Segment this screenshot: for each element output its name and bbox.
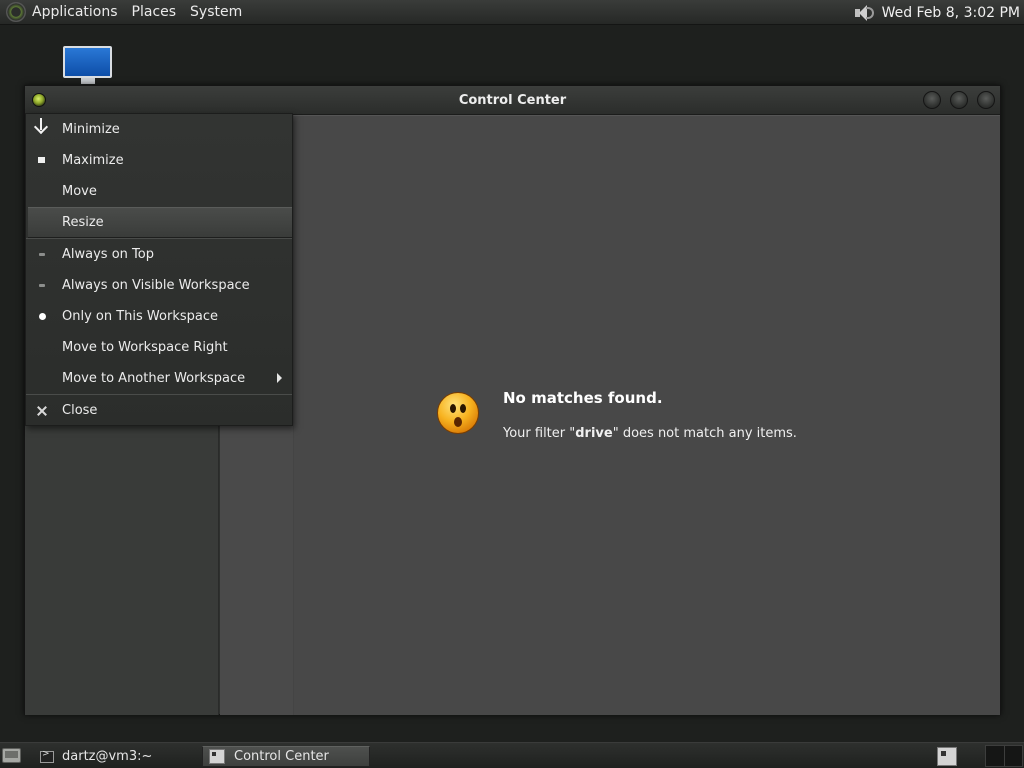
maximize-icon [26,145,62,176]
control-center-icon [209,749,225,764]
menu-item-label: Only on This Workspace [62,309,218,324]
computer-icon[interactable] [63,46,113,86]
top-panel: Applications Places System Wed Feb 8, 3:… [0,0,1024,25]
menu-item-label: Minimize [62,122,120,137]
taskbar-item-control-center[interactable]: Control Center [202,746,370,767]
menu-item-label: Resize [62,215,104,230]
no-matches-title: No matches found. [503,389,663,407]
no-matches-detail: Your filter "drive" does not match any i… [503,426,797,441]
window-titlebar[interactable]: Control Center [25,86,1000,115]
menu-item-label: Move to Another Workspace [62,371,246,386]
menu-item-label: Move [62,184,97,199]
menu-item-move[interactable]: Move [26,176,292,207]
menu-item-resize[interactable]: Resize [28,207,292,238]
top-panel-tray: Wed Feb 8, 3:02 PM [852,0,1020,25]
workspace-switcher[interactable] [985,745,1023,767]
gnome-menu-icon[interactable] [6,2,26,22]
terminal-icon [40,749,54,763]
menu-item-always-on-top[interactable]: Always on Top [26,239,292,270]
menu-item-label: Move to Workspace Right [62,340,228,355]
radio-selected-icon [26,301,62,332]
menu-applications[interactable]: Applications [32,4,118,20]
menu-item-label: Always on Visible Workspace [62,278,250,293]
menu-item-close[interactable]: Close [26,395,292,426]
clock[interactable]: Wed Feb 8, 3:02 PM [882,5,1020,21]
show-desktop-icon[interactable] [2,748,21,763]
menu-item-move-to-another-workspace[interactable]: Move to Another Workspace [26,363,292,394]
menu-item-label: Maximize [62,153,124,168]
window-menu-icon[interactable] [32,93,46,107]
content-area [220,115,1000,715]
minimize-icon [26,114,62,145]
close-button[interactable] [977,91,995,109]
taskbar-item-terminal[interactable]: dartz@vm3:~ [34,746,196,767]
submenu-arrow-icon [277,373,282,383]
results-pane [293,115,1000,715]
menu-places[interactable]: Places [132,4,177,20]
menu-item-label: Close [62,403,98,418]
menu-item-minimize[interactable]: Minimize [26,114,292,145]
volume-icon[interactable] [852,2,874,24]
taskbar-item-label: dartz@vm3:~ [62,749,153,764]
filter-term: drive [575,426,613,441]
bottom-panel: dartz@vm3:~ Control Center [0,742,1024,768]
unchecked-indicator-icon [26,239,62,270]
taskbar-item-label: Control Center [234,749,329,764]
minimize-button[interactable] [923,91,941,109]
menu-system[interactable]: System [190,4,242,20]
unchecked-indicator-icon [26,270,62,301]
surprised-face-icon [437,392,479,434]
menu-item-maximize[interactable]: Maximize [26,145,292,176]
window-title: Control Center [458,93,567,108]
tray-control-center-icon[interactable] [937,747,957,766]
menu-item-only-on-this-workspace[interactable]: Only on This Workspace [26,301,292,332]
window-menu: Minimize Maximize Move Resize Always on … [25,113,293,426]
close-icon [26,395,62,426]
menu-item-move-to-workspace-right[interactable]: Move to Workspace Right [26,332,292,363]
menu-item-label: Always on Top [62,247,154,262]
maximize-button[interactable] [950,91,968,109]
menu-item-always-on-visible-workspace[interactable]: Always on Visible Workspace [26,270,292,301]
